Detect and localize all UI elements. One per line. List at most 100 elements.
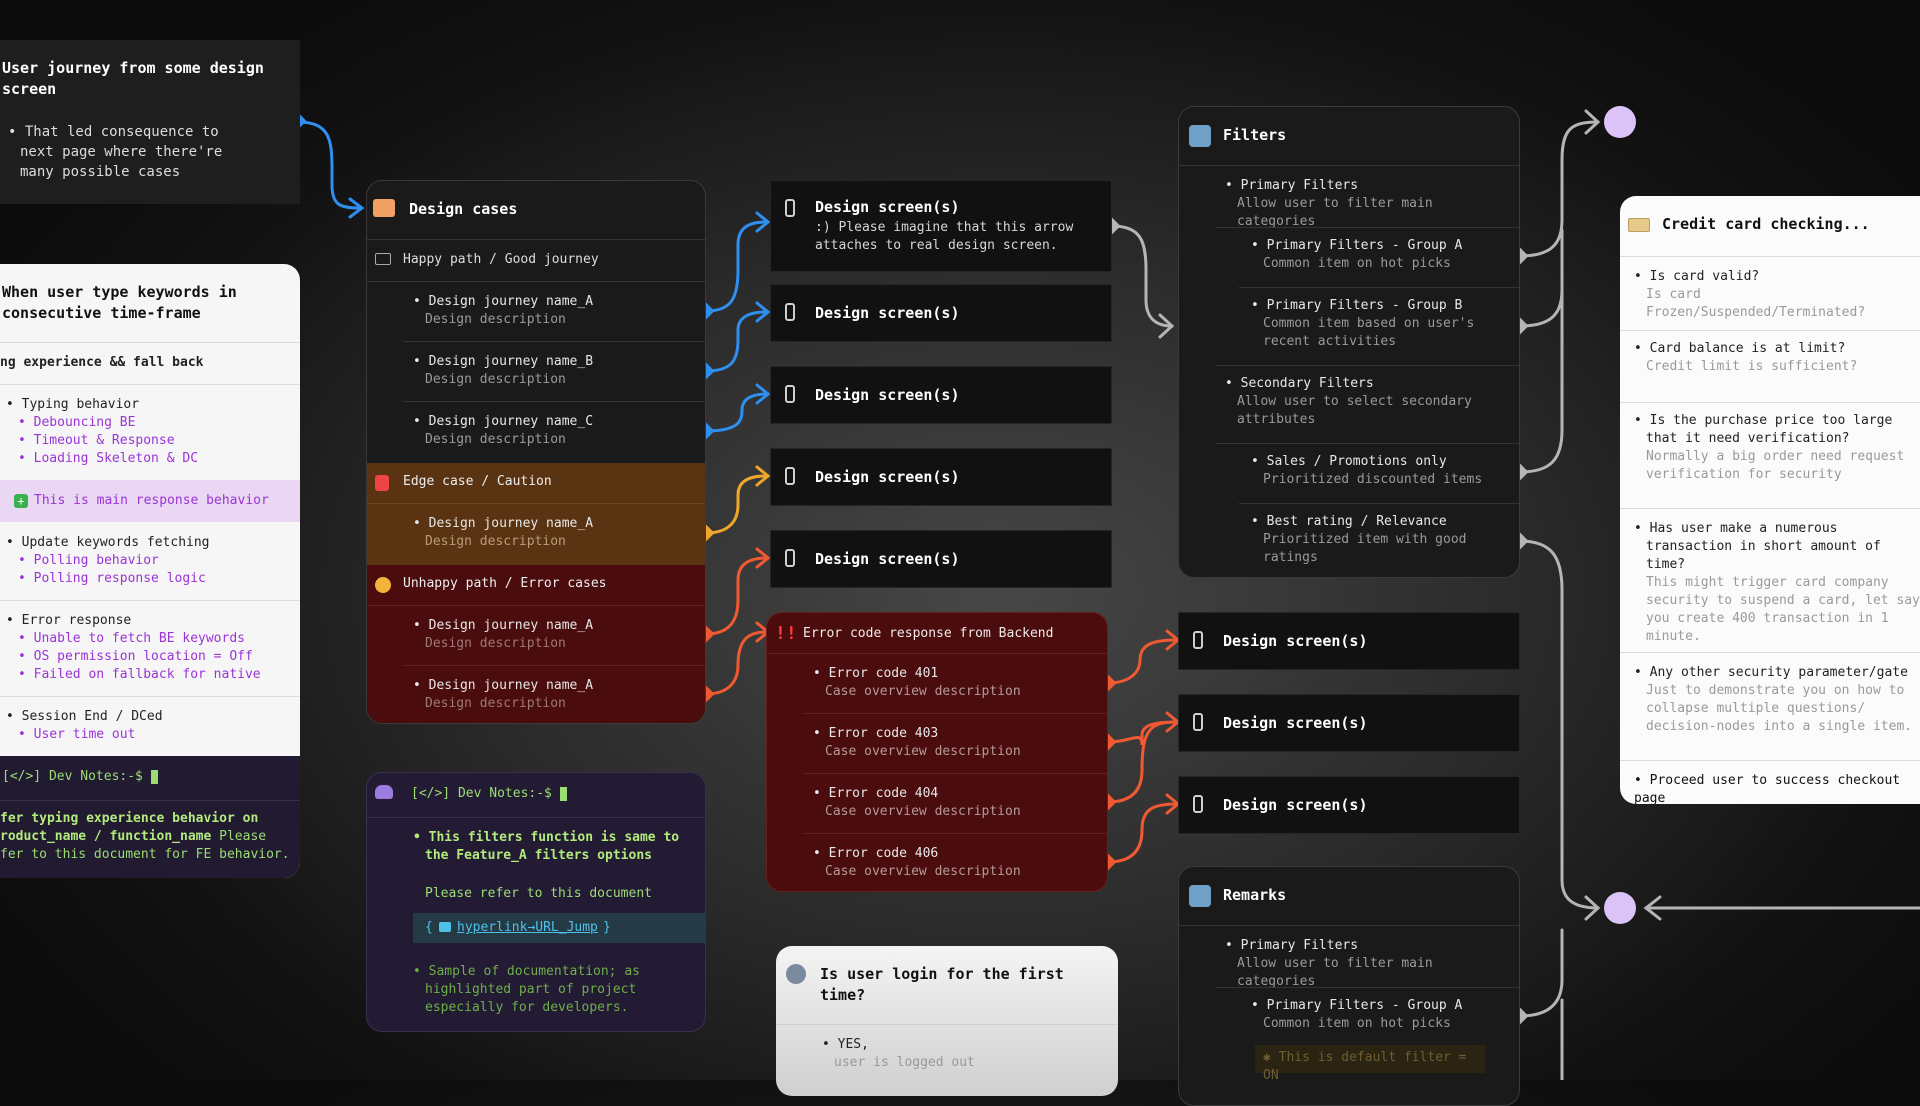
remark-primary[interactable]: Primary Filters Allow user to filter mai…	[1225, 937, 1515, 991]
edge-section: Edge case / Caution Design journey name_…	[367, 463, 705, 565]
screen-label: Design screen(s)	[1223, 796, 1368, 814]
credit-item[interactable]: Has user make a numerous transaction in …	[1634, 520, 1920, 646]
filter-rating[interactable]: Best rating / Relevance Prioritized item…	[1251, 513, 1501, 567]
item-name: Error code 404	[813, 785, 1093, 803]
keywords-dev-notes: [</>] Dev Notes:-$ fer typing experience…	[0, 756, 300, 878]
error-title: Error code response from Backend	[803, 626, 1054, 641]
error-item[interactable]: Error code 403 Case overview description	[813, 725, 1093, 761]
screen-card[interactable]: Design screen(s)	[770, 284, 1112, 342]
dev-sample: Sample of documentation; as highlighted …	[413, 963, 683, 1017]
group-item: Unable to fetch BE keywords	[6, 630, 296, 648]
error-item[interactable]: Error code 404 Case overview description	[813, 785, 1093, 821]
dev-line-d: fer to this document for FE behavior.	[0, 847, 290, 862]
edge-label: Edge case / Caution	[403, 474, 552, 489]
filters-title: Filters	[1223, 126, 1287, 144]
item-desc: Design description	[425, 432, 566, 447]
item-answer: Is card Frozen/Suspended/Terminated?	[1646, 287, 1866, 320]
screen-label: Design screen(s)	[1223, 714, 1368, 732]
connector-filter-a	[1518, 120, 1600, 258]
screen-card-first[interactable]: Design screen(s) :) Please imagine that …	[770, 180, 1112, 272]
screen-card[interactable]: Design screen(s)	[1178, 776, 1520, 834]
alien-icon	[375, 785, 393, 799]
filter-sales[interactable]: Sales / Promotions only Prioritized disc…	[1251, 453, 1511, 489]
filter-secondary[interactable]: Secondary Filters Allow user to select s…	[1225, 375, 1495, 429]
credit-title: Credit card checking...	[1662, 215, 1870, 233]
item-desc: Common item on hot picks	[1263, 256, 1451, 271]
item-question: Is card valid?	[1634, 268, 1920, 286]
merge-node-top	[1604, 106, 1636, 138]
yes-desc: user is logged out	[834, 1055, 975, 1070]
item-name: Secondary Filters	[1225, 375, 1495, 393]
phone-icon	[785, 303, 795, 321]
item-name: Primary Filters - Group B	[1251, 297, 1511, 315]
screen-label: Design screen(s)	[815, 386, 960, 404]
login-title: Is user login for the first time?	[820, 965, 1064, 1004]
error-item[interactable]: Error code 406 Case overview description	[813, 845, 1093, 881]
item-desc: Allow user to select secondary attribute…	[1237, 394, 1472, 427]
item-desc: Design description	[425, 534, 566, 549]
group-item: Debouncing BE	[6, 414, 286, 432]
item-name: Best rating / Relevance	[1251, 513, 1501, 531]
cursor-block	[150, 769, 158, 784]
credit-item[interactable]: Any other security parameter/gate Just t…	[1634, 664, 1920, 736]
item-answer: This might trigger card company security…	[1646, 575, 1920, 644]
default-note-text: This is default filter = ON	[1263, 1050, 1467, 1083]
credit-item[interactable]: Is card valid? Is card Frozen/Suspended/…	[1634, 268, 1920, 322]
connector-happy-c	[704, 392, 768, 433]
group-typing: Typing behavior Debouncing BE Timeout & …	[6, 396, 286, 468]
screen-card[interactable]: Design screen(s)	[770, 366, 1112, 424]
dev-prompt: [</>] Dev Notes:-$	[2, 769, 143, 784]
journey-bullet: That led consequence to next page where …	[8, 122, 258, 182]
filter-funnel-icon	[1189, 885, 1211, 907]
item-desc: Case overview description	[825, 684, 1021, 699]
item-name: Primary Filters - Group A	[1251, 997, 1511, 1015]
item-name: Sales / Promotions only	[1251, 453, 1511, 471]
credit-final[interactable]: Proceed user to success checkout page	[1634, 772, 1920, 804]
screen-card[interactable]: Design screen(s)	[1178, 694, 1520, 752]
item-name: Design journey name_B	[413, 353, 693, 371]
unhappy-item[interactable]: Design journey name_A Design description	[413, 617, 693, 653]
credit-item[interactable]: Is the purchase price too large that it …	[1634, 412, 1920, 484]
screen-card[interactable]: Design screen(s)	[1178, 612, 1520, 670]
screen-card[interactable]: Design screen(s)	[770, 530, 1112, 588]
filter-primary-a[interactable]: Primary Filters - Group A Common item on…	[1251, 237, 1511, 273]
error-item[interactable]: Error code 401 Case overview description	[813, 665, 1093, 701]
group-head: Typing behavior	[6, 396, 286, 414]
happy-label: Happy path / Good journey	[403, 252, 599, 267]
item-answer: Normally a big order need request verifi…	[1646, 449, 1905, 482]
edge-item[interactable]: Design journey name_A Design description	[413, 515, 693, 551]
item-name: Primary Filters	[1225, 937, 1515, 955]
filter-primary-b[interactable]: Primary Filters - Group B Common item ba…	[1251, 297, 1511, 351]
dev-refer: Please refer to this document	[425, 886, 652, 901]
keywords-card: When user type keywords in consecutive t…	[0, 264, 300, 878]
group-item: OS permission location = Off	[6, 648, 296, 666]
doc-link[interactable]: { hyperlink→URL_Jump }	[413, 913, 705, 943]
remark-primary-a[interactable]: Primary Filters - Group A Common item on…	[1251, 997, 1511, 1033]
unhappy-item[interactable]: Design journey name_A Design description	[413, 677, 693, 713]
phone-icon	[1193, 631, 1203, 649]
happy-item[interactable]: Design journey name_B Design description	[413, 353, 693, 389]
item-name: Error code 401	[813, 665, 1093, 683]
item-name: Error code 403	[813, 725, 1093, 743]
phone-icon	[785, 385, 795, 403]
item-desc: Design description	[425, 696, 566, 711]
group-item: Polling response logic	[6, 570, 286, 588]
screen-card[interactable]: Design screen(s)	[770, 448, 1112, 506]
happy-item[interactable]: Design journey name_A Design description	[413, 293, 693, 329]
screen-label: Design screen(s)	[815, 468, 960, 486]
filter-primary[interactable]: Primary Filters Allow user to filter mai…	[1225, 177, 1515, 231]
filter-funnel-icon	[1189, 125, 1211, 147]
phone-icon	[785, 199, 795, 217]
default-filter-note: ✱ This is default filter = ON	[1255, 1045, 1485, 1083]
screen-label: Design screen(s)	[1223, 632, 1368, 650]
link-text: hyperlink→URL_Jump	[457, 920, 598, 935]
group-item: Failed on fallback for native	[6, 666, 296, 684]
filters-card: Filters Primary Filters Allow user to fi…	[1178, 106, 1520, 578]
item-desc: Common item on hot picks	[1263, 1016, 1451, 1031]
happy-item[interactable]: Design journey name_C Design description	[413, 413, 693, 449]
highlight-text: This is main response behavior	[34, 493, 269, 508]
login-yes[interactable]: YES, user is logged out	[822, 1036, 1082, 1072]
group-session: Session End / DCed User time out	[6, 708, 286, 744]
error-code-card: !! Error code response from Backend Erro…	[766, 612, 1108, 892]
credit-item[interactable]: Card balance is at limit? Credit limit i…	[1634, 340, 1920, 376]
